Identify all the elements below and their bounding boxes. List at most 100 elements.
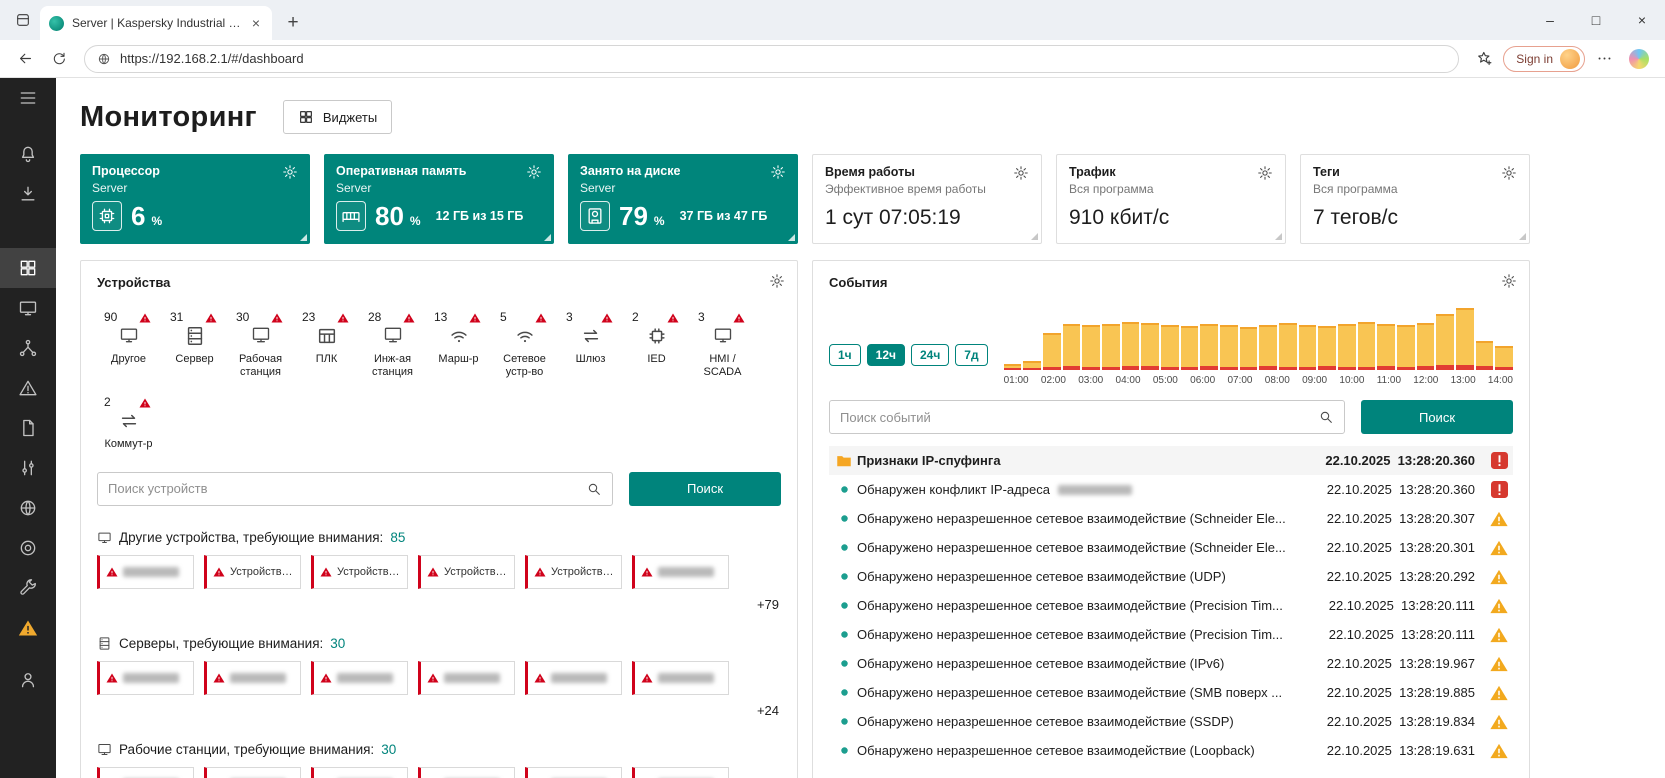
sidebar-item-topology[interactable]	[0, 328, 56, 368]
event-row-9[interactable]: Обнаружено неразрешенное сетевое взаимод…	[829, 707, 1513, 736]
device-type-filter-2[interactable]: 30 Рабочая станция	[229, 310, 292, 379]
device-search-input[interactable]	[108, 481, 586, 497]
sidebar-item-user[interactable]	[0, 660, 56, 700]
event-row-0[interactable]: Признаки IP-спуфинга 22.10.2025 13:28:20…	[829, 446, 1513, 475]
event-row-8[interactable]: Обнаружено неразрешенное сетевое взаимод…	[829, 678, 1513, 707]
more-devices[interactable]: +24	[97, 703, 781, 718]
device-chip[interactable]	[311, 660, 408, 695]
event-row-4[interactable]: Обнаружено неразрешенное сетевое взаимод…	[829, 562, 1513, 591]
device-type-filter-7[interactable]: 3 Шлюз	[559, 310, 622, 379]
device-type-filter-0[interactable]: 90 Другое	[97, 310, 160, 379]
sidebar-item-grid[interactable]	[0, 248, 56, 288]
minimize-button[interactable]: –	[1527, 0, 1573, 40]
device-type-filter-4[interactable]: 28 Инж-ая станция	[361, 310, 424, 379]
event-timestamp: 22.10.2025 13:28:20.360	[1326, 482, 1475, 497]
device-chip[interactable]	[97, 554, 194, 589]
device-chip[interactable]	[525, 766, 622, 778]
back-button[interactable]	[10, 44, 40, 74]
device-chip[interactable]	[525, 660, 622, 695]
sidebar-item-sliders[interactable]	[0, 448, 56, 488]
gear-icon[interactable]	[1013, 165, 1029, 181]
sidebar-item-menu[interactable]	[0, 78, 56, 118]
time-range-12ч[interactable]: 12ч	[866, 344, 905, 366]
gear-icon[interactable]	[526, 164, 542, 180]
widgets-button[interactable]: Виджеты	[282, 100, 393, 134]
sidebar-item-alert[interactable]	[0, 368, 56, 408]
device-chip[interactable]	[204, 660, 301, 695]
target-icon	[18, 538, 38, 558]
device-chip[interactable]	[204, 766, 301, 778]
desktop-icon	[229, 325, 292, 349]
device-chip[interactable]	[97, 660, 194, 695]
workspaces-icon[interactable]	[6, 3, 40, 37]
device-type-filter-10[interactable]: 2 Коммут-р	[97, 395, 160, 451]
device-type-filter-5[interactable]: 13 Марш-р	[427, 310, 490, 379]
event-row-5[interactable]: Обнаружено неразрешенное сетевое взаимод…	[829, 591, 1513, 620]
event-search-input[interactable]	[840, 409, 1318, 425]
time-range-1ч[interactable]: 1ч	[829, 344, 861, 366]
gear-icon[interactable]	[1501, 165, 1517, 181]
device-chip[interactable]: Устройство ...	[204, 554, 301, 589]
browser-menu-button[interactable]	[1589, 44, 1619, 74]
browser-tab[interactable]: Server | Kaspersky Industrial Cybe ×	[40, 6, 272, 40]
sidebar-item-warning[interactable]	[0, 608, 56, 648]
sidebar-item-globe[interactable]	[0, 488, 56, 528]
card-subtitle: Server	[336, 181, 372, 195]
device-chip[interactable]	[632, 766, 729, 778]
maximize-button[interactable]: □	[1573, 0, 1619, 40]
device-chip[interactable]	[418, 766, 515, 778]
sidebar-item-target[interactable]	[0, 528, 56, 568]
sidebar-item-bell[interactable]	[0, 134, 56, 174]
back-icon	[17, 50, 34, 67]
time-range-7д[interactable]: 7д	[955, 344, 988, 366]
device-type-filter-3[interactable]: 23 ПЛК	[295, 310, 358, 379]
url-text: https://192.168.2.1/#/dashboard	[120, 51, 304, 66]
sign-in-label: Sign in	[1516, 51, 1553, 66]
group-count[interactable]: 85	[390, 530, 405, 545]
gear-icon[interactable]	[1501, 273, 1517, 289]
device-chip[interactable]: Устройство ...	[418, 554, 515, 589]
device-chip[interactable]	[632, 660, 729, 695]
tab-close-icon[interactable]: ×	[249, 15, 263, 31]
add-favorite-button[interactable]	[1469, 44, 1499, 74]
sidebar-item-document[interactable]	[0, 408, 56, 448]
device-chip[interactable]	[97, 766, 194, 778]
more-devices[interactable]: +79	[97, 597, 781, 612]
event-row-7[interactable]: Обнаружено неразрешенное сетевое взаимод…	[829, 649, 1513, 678]
warning-icon	[271, 312, 283, 324]
device-type-filter-6[interactable]: 5 Сетевое устр-во	[493, 310, 556, 379]
redacted-text	[230, 672, 286, 683]
device-chip[interactable]	[632, 554, 729, 589]
device-search-button[interactable]: Поиск	[629, 471, 781, 506]
device-chip[interactable]	[311, 766, 408, 778]
device-type-filter-1[interactable]: 31 Сервер	[163, 310, 226, 379]
new-tab-button[interactable]: +	[278, 8, 308, 38]
event-row-1[interactable]: Обнаружен конфликт IP-адреса 22.10.2025 …	[829, 475, 1513, 504]
device-type-filter-9[interactable]: 3 HMI / SCADA	[691, 310, 754, 379]
device-chip[interactable]: Устройство ...	[525, 554, 622, 589]
device-type-filter-8[interactable]: 2 IED	[625, 310, 688, 379]
event-search-button[interactable]: Поиск	[1361, 400, 1513, 434]
event-row-2[interactable]: Обнаружено неразрешенное сетевое взаимод…	[829, 504, 1513, 533]
time-range-24ч[interactable]: 24ч	[910, 344, 950, 366]
event-row-10[interactable]: Обнаружено неразрешенное сетевое взаимод…	[829, 736, 1513, 765]
gear-icon[interactable]	[770, 164, 786, 180]
gear-icon[interactable]	[282, 164, 298, 180]
sidebar-item-monitor[interactable]	[0, 288, 56, 328]
event-row-6[interactable]: Обнаружено неразрешенное сетевое взаимод…	[829, 620, 1513, 649]
event-row-3[interactable]: Обнаружено неразрешенное сетевое взаимод…	[829, 533, 1513, 562]
close-button[interactable]: ×	[1619, 0, 1665, 40]
sign-in-button[interactable]: Sign in	[1503, 45, 1585, 72]
gear-icon[interactable]	[1257, 165, 1273, 181]
address-bar[interactable]: https://192.168.2.1/#/dashboard	[84, 44, 1460, 73]
sidebar-item-wrench[interactable]	[0, 568, 56, 608]
group-count[interactable]: 30	[330, 636, 345, 651]
device-chip[interactable]	[418, 660, 515, 695]
device-chip[interactable]: Устройство ...	[311, 554, 408, 589]
gear-icon[interactable]	[769, 273, 785, 289]
sidebar-item-download[interactable]	[0, 174, 56, 214]
chart-bar-critical	[1397, 367, 1415, 370]
group-count[interactable]: 30	[381, 742, 396, 757]
copilot-icon[interactable]	[1629, 48, 1649, 69]
refresh-button[interactable]	[44, 44, 74, 74]
